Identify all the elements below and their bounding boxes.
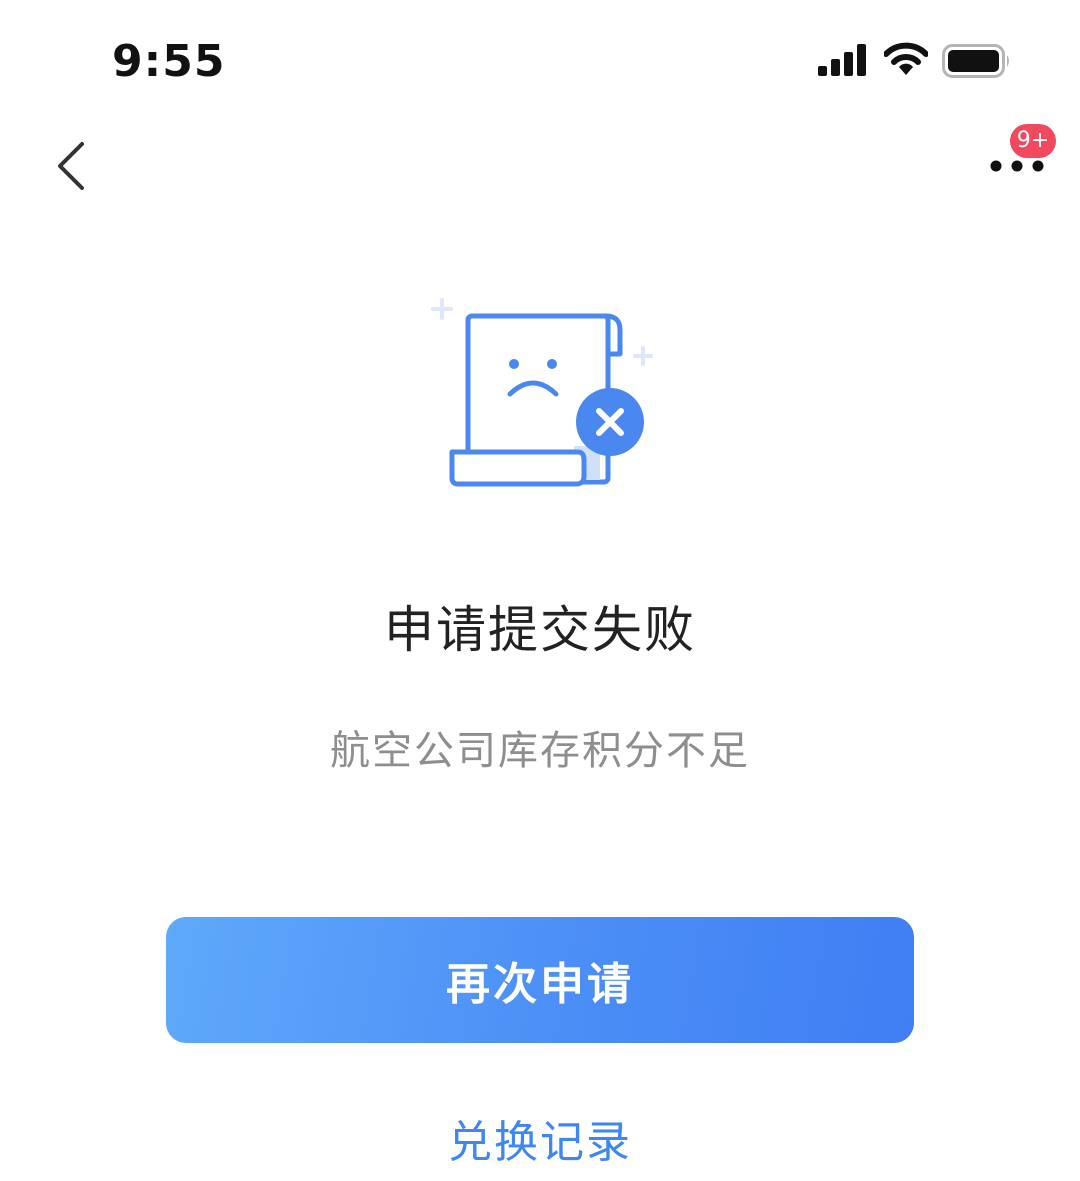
- failed-document-sad-face-icon: [431, 298, 653, 487]
- screen: 9:55 9+ 申请提交失败 航空公司库存积分不足 再次申请 兑换记录: [0, 0, 1080, 1181]
- wifi-icon: [884, 42, 928, 75]
- reapply-button[interactable]: 再次申请: [166, 917, 914, 1043]
- notification-badge: 9+: [1010, 124, 1056, 158]
- result-title: 申请提交失败: [384, 601, 696, 659]
- back-button[interactable]: [48, 140, 100, 196]
- chevron-left-icon: [58, 142, 84, 190]
- exchange-record-link[interactable]: 兑换记录: [0, 1106, 1080, 1170]
- cellular-signal-icon: [818, 44, 866, 76]
- status-time: 9:55: [112, 36, 226, 87]
- battery-icon: [942, 44, 1009, 78]
- result-subtitle: 航空公司库存积分不足: [330, 728, 750, 774]
